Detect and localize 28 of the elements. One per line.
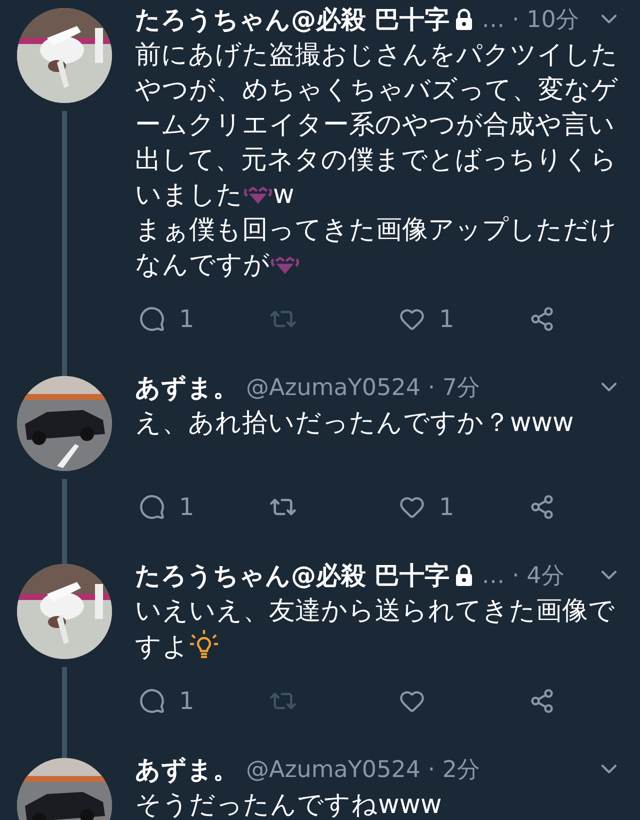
tweet-text: え、あれ拾いだったんですか？www [135, 407, 575, 440]
author-name[interactable]: あずま。 [135, 370, 238, 404]
reply-button[interactable]: 1 [135, 687, 198, 715]
light-bulb-emoji-icon [189, 629, 219, 659]
reply-button[interactable]: 1 [135, 305, 198, 333]
tweet-meta: … · 10分 [482, 6, 579, 34]
tweet-text: そうだったんですねwww [135, 789, 443, 820]
author-name[interactable]: たろうちゃん@必殺 巴十字 [135, 2, 450, 36]
speech-bubble-icon [139, 306, 165, 332]
tweet-text: 前にあげた盗撮おじさんをパクツイしたやつが、めちゃくちゃバズって、変なゲームクリエイター系のやつが合成や言い出して、元ネタの僕までとばっちりくらいました w [135, 39, 619, 212]
like-button[interactable]: 1 [395, 493, 458, 521]
like-button[interactable]: 1 [395, 305, 458, 333]
speech-bubble-icon [139, 688, 165, 714]
author-name[interactable]: あずま。 [135, 752, 238, 786]
share-icon [529, 688, 555, 714]
share-icon [529, 306, 555, 332]
tweet-meta: @AzumaY0524 · 2分 [246, 756, 480, 784]
author-name[interactable]: たろうちゃん@必殺 巴十字 [135, 558, 450, 592]
heart-icon [399, 494, 425, 520]
tweet-meta: @AzumaY0524 · 7分 [246, 374, 480, 402]
tweet-meta: … · 4分 [482, 562, 564, 590]
tweet-text: まぁ僕も回ってきた画像アップしただけなんですが [135, 214, 618, 282]
tweet-text: いえいえ、友達から送られてきた画像ですよ [135, 595, 616, 664]
share-icon [529, 494, 555, 520]
reply-button[interactable]: 1 [135, 493, 198, 521]
heart-icon [399, 688, 425, 714]
speech-bubble-icon [139, 494, 165, 520]
heart-icon [399, 306, 425, 332]
